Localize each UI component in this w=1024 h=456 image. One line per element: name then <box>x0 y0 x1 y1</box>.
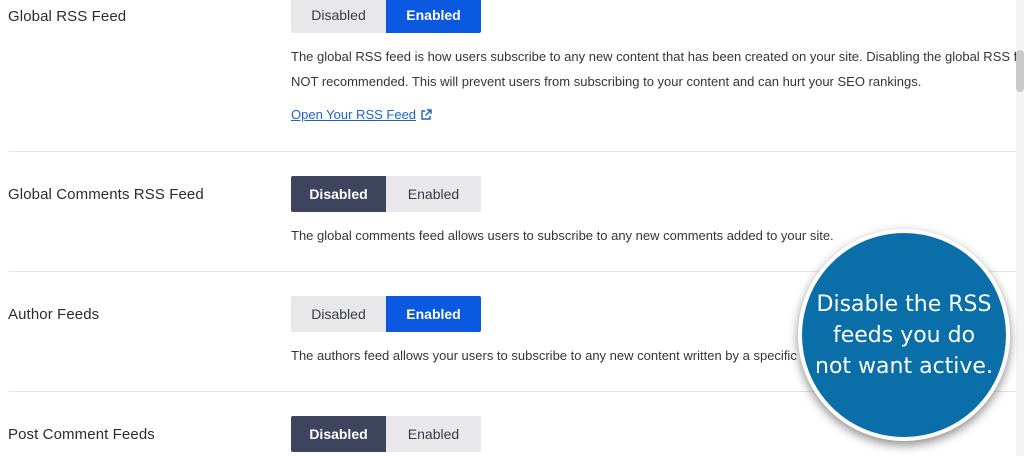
global-rss-feed-description-line-2: NOT recommended. This will prevent users… <box>291 74 922 89</box>
global-rss-feed-enabled-button[interactable]: Enabled <box>386 0 481 33</box>
global-comments-rss-feed-label: Global Comments RSS Feed <box>8 186 204 203</box>
global-rss-feed-description-line-1: The global RSS feed is how users subscri… <box>291 49 1024 64</box>
post-comment-feeds-enabled-button[interactable]: Enabled <box>386 416 481 452</box>
callout-bubble: Disable the RSS feeds you do not want ac… <box>798 229 1010 441</box>
open-rss-feed-link-text: Open Your RSS Feed <box>291 107 417 122</box>
author-feeds-label: Author Feeds <box>8 306 100 323</box>
scrollbar-thumb[interactable] <box>1016 50 1024 92</box>
post-comment-feeds-disabled-button[interactable]: Disabled <box>291 416 386 452</box>
global-comments-rss-feed-enabled-button[interactable]: Enabled <box>386 176 481 212</box>
open-rss-feed-link[interactable]: Open Your RSS Feed <box>291 107 432 122</box>
author-feeds-disabled-button[interactable]: Disabled <box>291 296 386 332</box>
scrollbar-track[interactable] <box>1016 0 1024 456</box>
divider-1 <box>9 151 1024 152</box>
global-comments-rss-feed-toggle: Disabled Enabled <box>291 176 481 212</box>
global-rss-feed-toggle: Disabled Enabled <box>291 0 481 33</box>
post-comment-feeds-label: Post Comment Feeds <box>8 426 155 443</box>
global-comments-rss-feed-description: The global comments feed allows users to… <box>291 228 834 243</box>
author-feeds-enabled-button[interactable]: Enabled <box>386 296 481 332</box>
callout-text: Disable the RSS feeds you do not want ac… <box>815 291 993 379</box>
global-comments-rss-feed-disabled-button[interactable]: Disabled <box>291 176 386 212</box>
author-feeds-toggle: Disabled Enabled <box>291 296 481 332</box>
external-link-icon <box>421 108 432 120</box>
global-rss-feed-disabled-button[interactable]: Disabled <box>291 0 386 33</box>
author-feeds-description: The authors feed allows your users to su… <box>291 348 841 363</box>
global-rss-feed-label: Global RSS Feed <box>8 8 127 25</box>
post-comment-feeds-toggle: Disabled Enabled <box>291 416 481 452</box>
